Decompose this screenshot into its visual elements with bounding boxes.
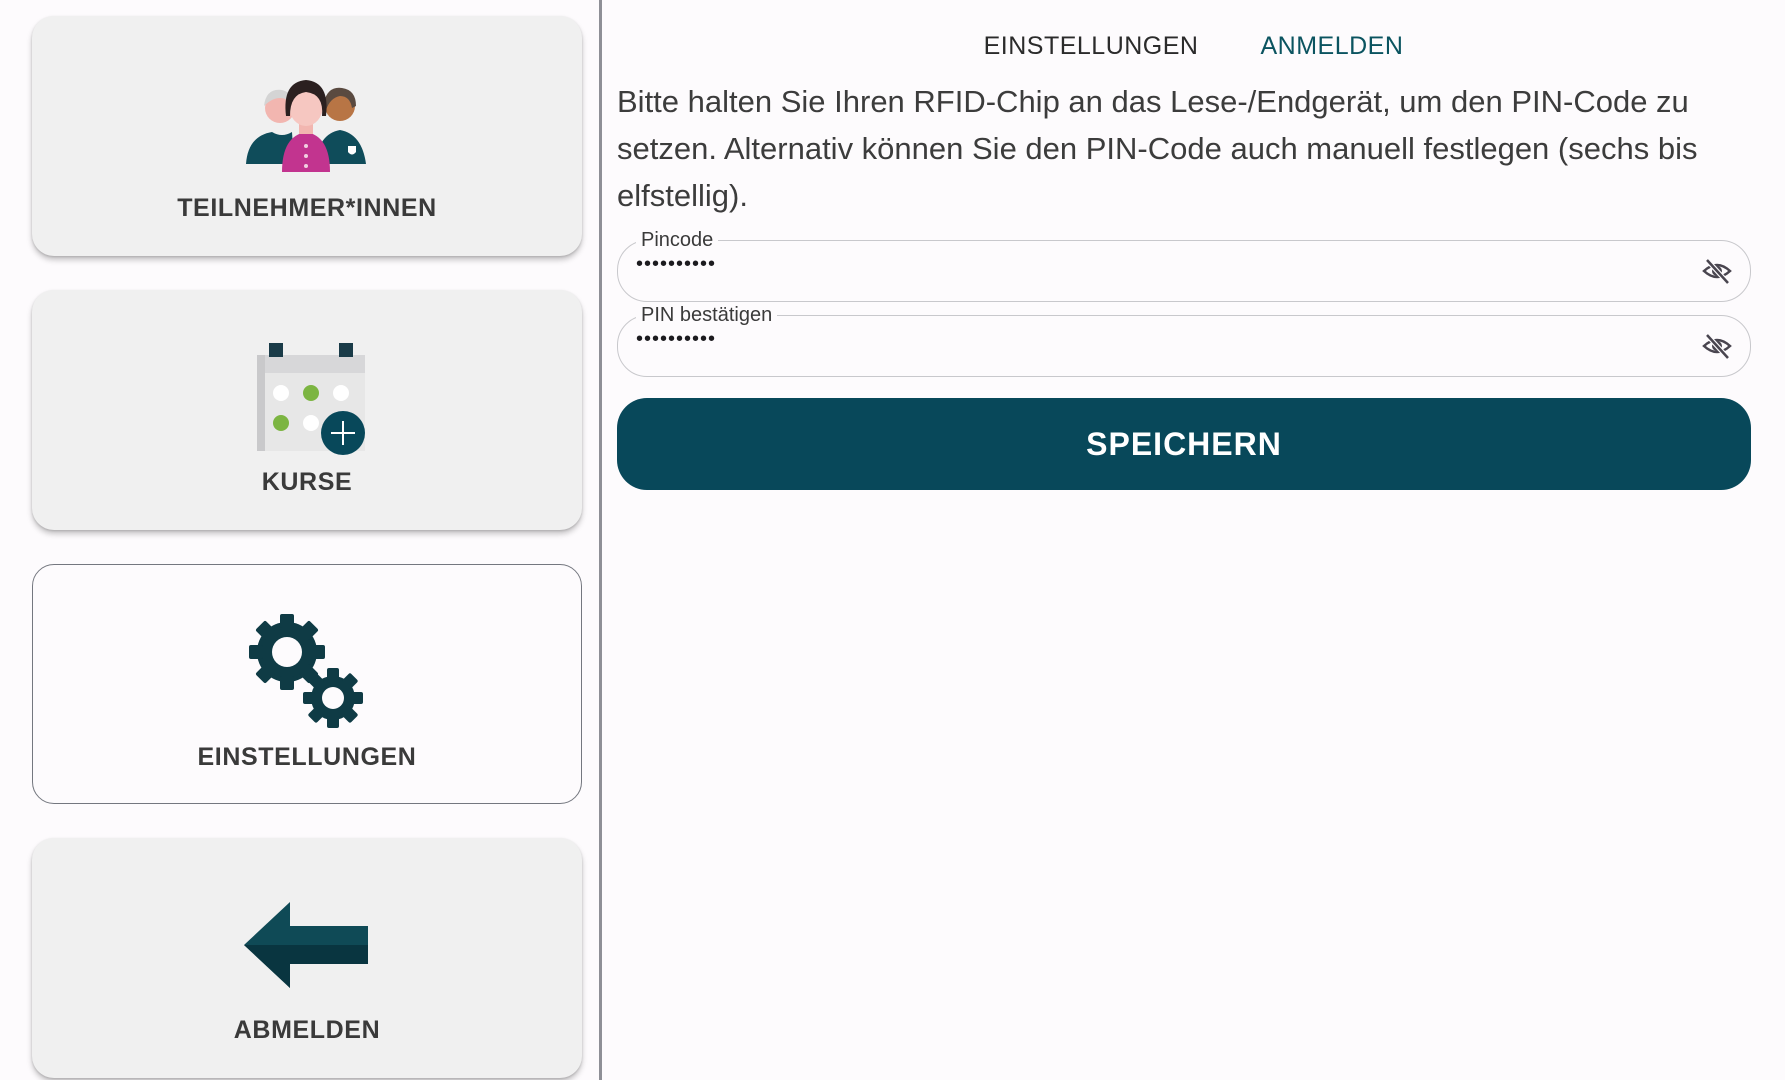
tab-einstellungen[interactable]: EINSTELLUNGEN (982, 32, 1201, 61)
nav-participants[interactable]: TEILNEHMER*INNEN (32, 16, 582, 256)
nav-logout[interactable]: ABMELDEN (32, 838, 582, 1078)
nav-label: EINSTELLUNGEN (197, 743, 417, 771)
arrow-left-icon (32, 880, 582, 1010)
nav-label: ABMELDEN (233, 1016, 381, 1044)
pin-confirm-field: PIN bestätigen (617, 303, 1751, 377)
tab-bar: EINSTELLUNGEN ANMELDEN (602, 32, 1785, 61)
calendar-add-icon (32, 332, 582, 462)
participants-icon (32, 58, 582, 188)
pin-confirm-input[interactable] (636, 328, 1676, 351)
tab-anmelden[interactable]: ANMELDEN (1258, 32, 1405, 61)
visibility-off-icon[interactable] (1702, 331, 1732, 361)
nav-courses[interactable]: KURSE (32, 290, 582, 530)
pincode-field: Pincode (617, 228, 1751, 302)
nav-settings[interactable]: EINSTELLUNGEN (32, 564, 582, 804)
pincode-label: Pincode (636, 228, 719, 252)
sidebar: TEILNEHMER*INNEN KURSE EINSTELLUNGEN ABM… (0, 0, 600, 1080)
instruction-text: Bitte halten Sie Ihren RFID-Chip an das … (617, 84, 1698, 213)
nav-label: KURSE (261, 468, 353, 496)
pin-confirm-label: PIN bestätigen (636, 303, 778, 327)
pincode-input[interactable] (636, 253, 1676, 276)
save-button[interactable]: SPEICHERN (617, 398, 1751, 490)
gears-icon (33, 607, 581, 737)
nav-label: TEILNEHMER*INNEN (177, 194, 437, 222)
main-content: EINSTELLUNGEN ANMELDEN Bitte halten Sie … (602, 0, 1785, 1080)
visibility-off-icon[interactable] (1702, 256, 1732, 286)
